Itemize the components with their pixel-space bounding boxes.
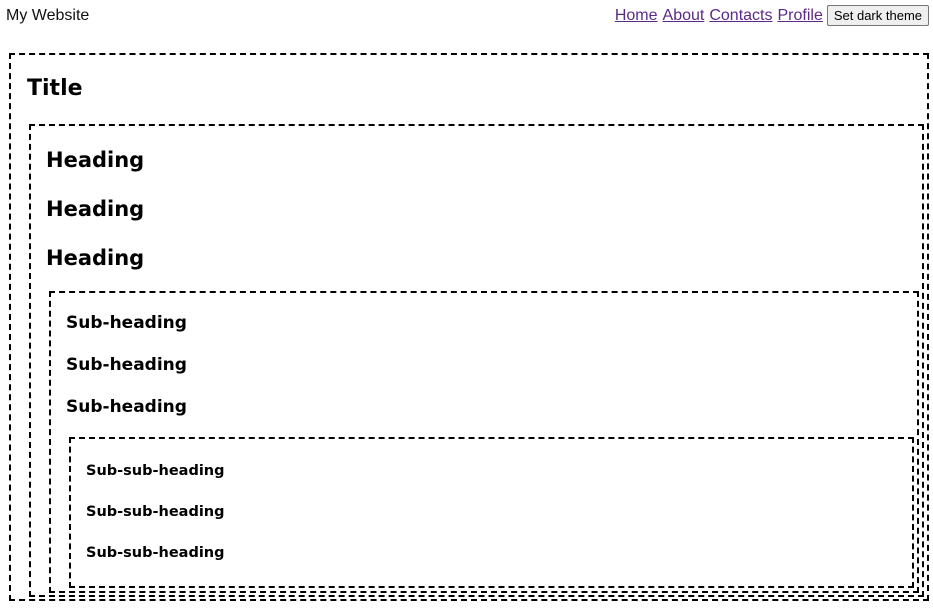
subheading-2: Sub-heading: [66, 355, 187, 375]
site-name: My Website: [6, 7, 90, 24]
subheading-1: Sub-heading: [66, 313, 187, 333]
heading-3: Heading: [46, 246, 145, 270]
subsubheading-3: Sub-sub-heading: [86, 545, 225, 561]
nav-link-home[interactable]: Home: [615, 6, 658, 26]
heading-2: Heading: [46, 197, 145, 221]
set-dark-theme-button[interactable]: Set dark theme: [826, 5, 929, 26]
subheading-3: Sub-heading: [66, 397, 187, 417]
top-bar: My Website Home About Contacts Profile S…: [0, 0, 933, 34]
nav-link-profile[interactable]: Profile: [777, 6, 822, 26]
nav-link-contacts[interactable]: Contacts: [709, 6, 772, 26]
nav-link-about[interactable]: About: [663, 6, 705, 26]
heading-1: Heading: [46, 148, 145, 172]
main-nav: Home About Contacts Profile Set dark the…: [615, 5, 929, 26]
subsubheading-1: Sub-sub-heading: [86, 463, 225, 479]
subsubheading-2: Sub-sub-heading: [86, 504, 225, 520]
page-title: Title: [27, 76, 83, 101]
